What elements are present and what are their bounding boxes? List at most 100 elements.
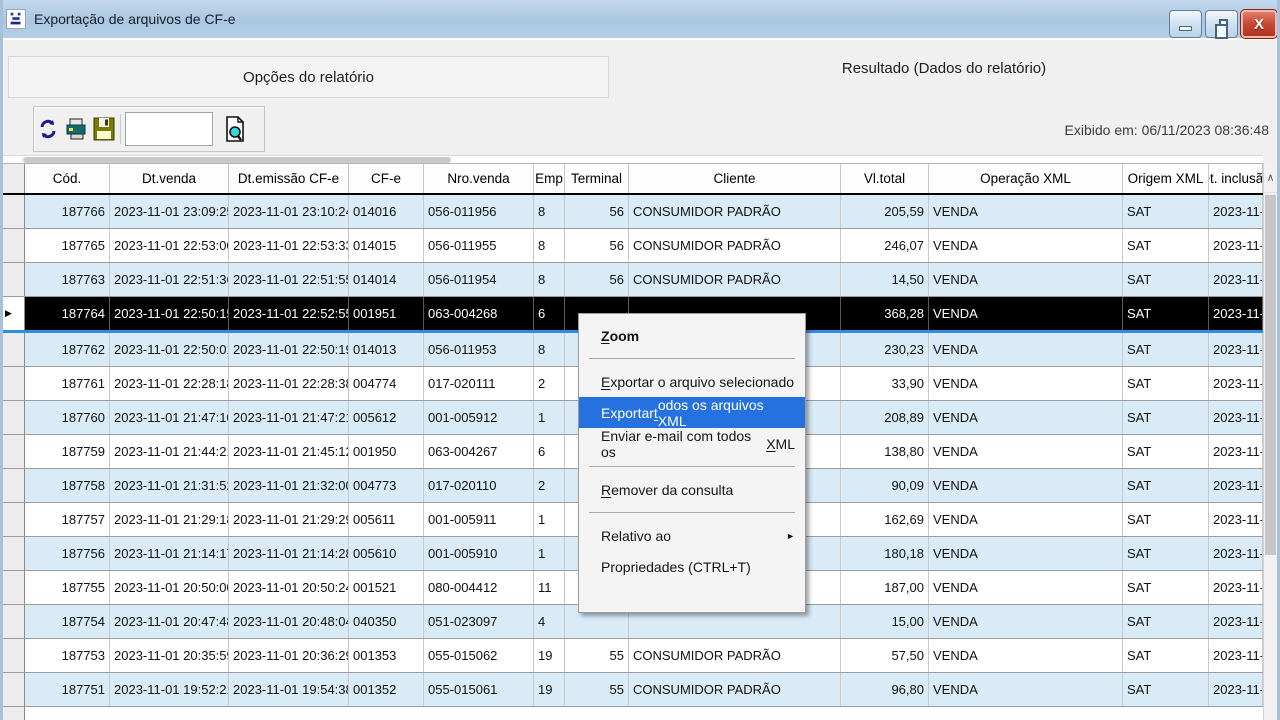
cell-dt-venda[interactable]: 2023-11-01 21:44:21 <box>110 435 229 468</box>
cell-emp[interactable]: 2 <box>534 469 565 502</box>
horizontal-scrollbar[interactable] <box>3 155 1263 163</box>
cell-cod[interactable]: 187764 <box>25 297 110 330</box>
cell-emp[interactable]: 1 <box>534 503 565 536</box>
cell-origem-xml[interactable]: SAT <box>1123 503 1209 536</box>
cell-dt-inclusao[interactable]: 2023-11-01 <box>1209 229 1263 262</box>
cell-dt-inclusao[interactable]: 2023-11-01 <box>1209 673 1263 706</box>
cell-origem-xml[interactable]: SAT <box>1123 367 1209 400</box>
cell-operacao-xml[interactable]: VENDA <box>929 333 1123 366</box>
cell-dt-venda[interactable]: 2023-11-01 21:14:17 <box>110 537 229 570</box>
cell-dt-inclusao[interactable]: 2023-11-01 <box>1209 469 1263 502</box>
menu-item-remover-da-consulta[interactable]: Remover da consulta <box>579 474 805 505</box>
column-header-vl-total[interactable]: Vl.total <box>841 164 929 193</box>
cell-origem-xml[interactable]: SAT <box>1123 333 1209 366</box>
row-selector-cell[interactable] <box>3 605 25 638</box>
minimize-button[interactable] <box>1169 10 1202 38</box>
cell-origem-xml[interactable]: SAT <box>1123 435 1209 468</box>
close-button[interactable]: X <box>1241 10 1277 38</box>
table-row[interactable]: 1877662023-11-01 23:09:252023-11-01 23:1… <box>3 195 1263 229</box>
cell-dt-emissao-cfe[interactable]: 2023-11-01 22:50:19 <box>229 333 349 366</box>
cell-origem-xml[interactable]: SAT <box>1123 401 1209 434</box>
cell-cod[interactable]: 187758 <box>25 469 110 502</box>
cell-dt-inclusao[interactable]: 2023-11-01 <box>1209 571 1263 604</box>
cell-nro-venda[interactable]: 056-011954 <box>424 263 534 296</box>
tab-resultado-dados[interactable]: Resultado (Dados do relatório) <box>613 44 1275 100</box>
column-header-operacao-xml[interactable]: Operação XML <box>929 164 1123 193</box>
cell-operacao-xml[interactable]: VENDA <box>929 537 1123 570</box>
cell-dt-inclusao[interactable]: 2023-11-01 <box>1209 297 1263 330</box>
cell-nro-venda[interactable]: 055-015062 <box>424 639 534 672</box>
cell-vl-total[interactable]: 368,28 <box>841 297 929 330</box>
cell-dt-emissao-cfe[interactable]: 2023-11-01 20:48:04 <box>229 605 349 638</box>
cell-emp[interactable]: 8 <box>534 229 565 262</box>
cell-dt-inclusao[interactable]: 2023-11-01 <box>1209 639 1263 672</box>
scroll-up-button[interactable]: ∧ <box>1264 163 1277 193</box>
cell-operacao-xml[interactable]: VENDA <box>929 367 1123 400</box>
cell-cfe[interactable]: 014013 <box>349 333 424 366</box>
column-header-dt-inclusao[interactable]: Dt. inclusão <box>1209 164 1263 193</box>
row-selector-cell[interactable] <box>3 571 25 604</box>
cell-origem-xml[interactable]: SAT <box>1123 297 1209 330</box>
cell-dt-inclusao[interactable]: 2023-11-01 <box>1209 195 1263 228</box>
row-selector-cell[interactable] <box>3 333 25 366</box>
cell-cod[interactable]: 187754 <box>25 605 110 638</box>
column-header-cfe[interactable]: CF-e <box>349 164 424 193</box>
row-selector-cell[interactable] <box>3 229 25 262</box>
cell-origem-xml[interactable]: SAT <box>1123 537 1209 570</box>
cell-cfe[interactable]: 001352 <box>349 673 424 706</box>
cell-nro-venda[interactable]: 080-004412 <box>424 571 534 604</box>
row-selector-cell[interactable] <box>3 195 25 228</box>
cell-nro-venda[interactable]: 017-020110 <box>424 469 534 502</box>
cell-vl-total[interactable]: 14,50 <box>841 263 929 296</box>
cell-operacao-xml[interactable]: VENDA <box>929 297 1123 330</box>
cell-nro-venda[interactable]: 001-005912 <box>424 401 534 434</box>
menu-item-zoom[interactable]: Zoom <box>579 320 805 351</box>
cell-dt-emissao-cfe[interactable]: 2023-11-01 21:14:28 <box>229 537 349 570</box>
cell-dt-inclusao[interactable]: 2023-11-01 <box>1209 263 1263 296</box>
cell-cod[interactable]: 187761 <box>25 367 110 400</box>
cell-dt-venda[interactable]: 2023-11-01 20:35:59 <box>110 639 229 672</box>
cell-cod[interactable]: 187763 <box>25 263 110 296</box>
cell-vl-total[interactable]: 15,00 <box>841 605 929 638</box>
menu-item-relativo-ao[interactable]: Relativo ao► <box>579 520 805 551</box>
menu-item-exportar-todos-xml[interactable]: Exportar todos os arquivos XML <box>579 397 805 428</box>
cell-vl-total[interactable]: 57,50 <box>841 639 929 672</box>
cell-terminal[interactable]: 55 <box>565 639 629 672</box>
column-header-emp[interactable]: Emp <box>534 164 565 193</box>
cell-origem-xml[interactable]: SAT <box>1123 605 1209 638</box>
cell-cfe[interactable]: 005612 <box>349 401 424 434</box>
cell-dt-venda[interactable]: 2023-11-01 22:28:18 <box>110 367 229 400</box>
cell-dt-emissao-cfe[interactable]: 2023-11-01 20:50:24 <box>229 571 349 604</box>
cell-cliente[interactable]: CONSUMIDOR PADRÃO <box>629 639 841 672</box>
cell-origem-xml[interactable]: SAT <box>1123 195 1209 228</box>
table-row[interactable]: 1877532023-11-01 20:35:592023-11-01 20:3… <box>3 639 1263 673</box>
row-selector-cell[interactable] <box>3 673 25 706</box>
cell-vl-total[interactable]: 90,09 <box>841 469 929 502</box>
cell-operacao-xml[interactable]: VENDA <box>929 469 1123 502</box>
cell-cfe[interactable]: 014015 <box>349 229 424 262</box>
row-selector-cell[interactable]: ▶ <box>3 297 25 330</box>
cell-terminal[interactable]: 56 <box>565 229 629 262</box>
cell-dt-emissao-cfe[interactable]: 2023-11-01 21:45:12 <box>229 435 349 468</box>
cell-cod[interactable]: 187762 <box>25 333 110 366</box>
cell-cod[interactable]: 187765 <box>25 229 110 262</box>
cell-dt-emissao-cfe[interactable]: 2023-11-01 19:54:38 <box>229 673 349 706</box>
cell-dt-emissao-cfe[interactable]: 2023-11-01 20:36:29 <box>229 639 349 672</box>
cell-origem-xml[interactable]: SAT <box>1123 639 1209 672</box>
cell-dt-emissao-cfe[interactable]: 2023-11-01 21:29:29 <box>229 503 349 536</box>
cell-nro-venda[interactable]: 055-015061 <box>424 673 534 706</box>
cell-cliente[interactable]: CONSUMIDOR PADRÃO <box>629 263 841 296</box>
filter-input[interactable] <box>125 112 213 146</box>
cell-cfe[interactable]: 001951 <box>349 297 424 330</box>
cell-cfe[interactable]: 014014 <box>349 263 424 296</box>
cell-operacao-xml[interactable]: VENDA <box>929 639 1123 672</box>
cell-terminal[interactable]: 55 <box>565 673 629 706</box>
column-header-terminal[interactable]: Terminal <box>565 164 629 193</box>
cell-dt-inclusao[interactable]: 2023-11-01 <box>1209 367 1263 400</box>
cell-dt-emissao-cfe[interactable]: 2023-11-01 22:28:38 <box>229 367 349 400</box>
cell-operacao-xml[interactable]: VENDA <box>929 229 1123 262</box>
cell-origem-xml[interactable]: SAT <box>1123 571 1209 604</box>
cell-dt-emissao-cfe[interactable]: 2023-11-01 21:32:00 <box>229 469 349 502</box>
cell-emp[interactable]: 8 <box>534 263 565 296</box>
cell-operacao-xml[interactable]: VENDA <box>929 605 1123 638</box>
